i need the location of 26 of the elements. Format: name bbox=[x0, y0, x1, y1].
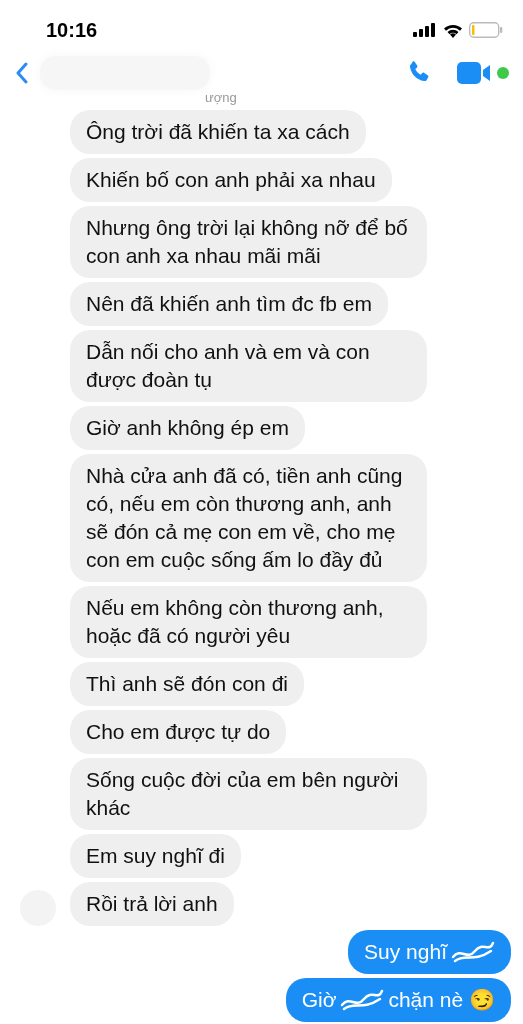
message-text: Suy nghĩ bbox=[364, 939, 447, 965]
video-camera-icon[interactable] bbox=[457, 61, 493, 85]
message-bubble: Nhưng ông trời lại không nỡ để bố con anh xa nhau mãi mãi bbox=[70, 206, 427, 278]
message-bubble: Khiến bố con anh phải xa nhau bbox=[70, 158, 392, 202]
message-bubble: Cho em được tự do bbox=[70, 710, 287, 754]
clock-time: 10:16 bbox=[46, 18, 98, 42]
message-bubble: Rồi trả lời anh bbox=[70, 882, 234, 926]
wifi-icon bbox=[443, 22, 463, 38]
message-bubble: Ông trời đã khiến ta xa cách bbox=[70, 110, 366, 154]
signal-icon bbox=[413, 23, 437, 37]
message-bubble: Dẫn nối cho anh và em và con được đoàn tụ bbox=[70, 330, 427, 402]
message-bubble: Em suy nghĩ đi bbox=[70, 834, 241, 878]
active-status: ượng bbox=[205, 90, 237, 105]
scribble-mark bbox=[451, 939, 495, 965]
message-bubble: Nhà cửa anh đã có, tiền anh cũng có, nếu em còn thương anh, anh sẽ đón cả mẹ con em về, cho mẹ con em cuộc sống ấm lo đầy đủ bbox=[70, 454, 427, 582]
online-indicator bbox=[497, 67, 509, 79]
message-bubble: Thì anh sẽ đón con đi bbox=[70, 662, 304, 706]
message-text: Giờ bbox=[301, 987, 337, 1013]
message-bubble: Nên đã khiến anh tìm đc fb em bbox=[70, 282, 388, 326]
back-icon[interactable] bbox=[16, 62, 28, 84]
message-bubble: Giờ anh không ép em bbox=[70, 406, 305, 450]
message-bubble: Sống cuộc đời của em bên người khác bbox=[70, 758, 427, 830]
message-bubble: Nếu em không còn thương anh, hoặc đã có người yêu bbox=[70, 586, 427, 658]
battery-icon bbox=[469, 22, 503, 38]
message-text: chặn nè 😏 bbox=[388, 987, 495, 1013]
scribble-mark bbox=[340, 987, 385, 1013]
